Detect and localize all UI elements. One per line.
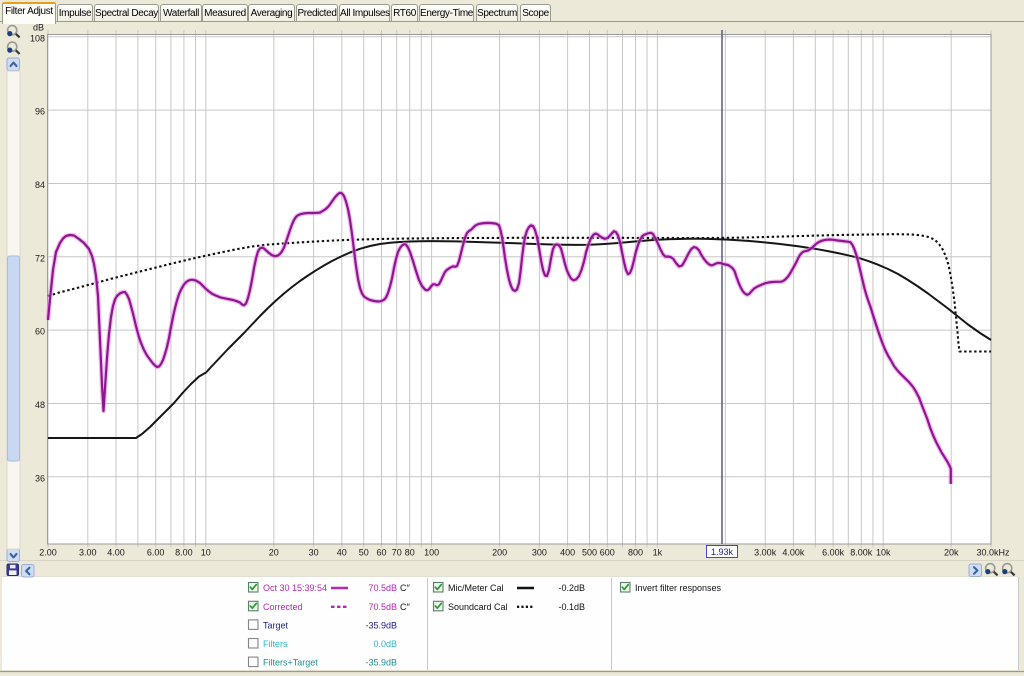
svg-text:10: 10 [201, 548, 211, 558]
svg-text:4.00k: 4.00k [782, 548, 805, 558]
svg-text:800: 800 [628, 548, 643, 558]
svg-text:4.00: 4.00 [107, 548, 125, 558]
svg-text:-0.1dB: -0.1dB [558, 602, 585, 612]
svg-text:-0.2dB: -0.2dB [558, 583, 585, 593]
svg-text:C′′: C′′ [400, 583, 410, 593]
svg-text:Oct 30 15:39:54: Oct 30 15:39:54 [263, 583, 327, 593]
svg-text:70.5dB: 70.5dB [368, 602, 397, 612]
svg-text:600: 600 [600, 548, 615, 558]
svg-text:3.00k: 3.00k [754, 548, 777, 558]
svg-text:C′′: C′′ [400, 602, 410, 612]
svg-text:40: 40 [337, 548, 347, 558]
svg-text:Invert filter responses: Invert filter responses [635, 583, 722, 593]
svg-text:70: 70 [392, 548, 402, 558]
svg-text:60: 60 [376, 548, 386, 558]
svg-text:Soundcard Cal: Soundcard Cal [448, 602, 508, 612]
svg-text:300: 300 [532, 548, 547, 558]
svg-text:84: 84 [35, 180, 45, 190]
svg-text:70.5dB: 70.5dB [368, 583, 397, 593]
svg-text:108: 108 [30, 33, 45, 43]
svg-text:1.93k: 1.93k [711, 547, 734, 557]
svg-text:30.0kHz: 30.0kHz [976, 548, 1010, 558]
svg-text:1k: 1k [653, 548, 663, 558]
svg-text:36: 36 [35, 473, 45, 483]
svg-text:30: 30 [309, 548, 319, 558]
svg-text:72: 72 [35, 253, 45, 263]
svg-text:80: 80 [405, 548, 415, 558]
svg-text:20k: 20k [944, 548, 959, 558]
svg-text:8.00k: 8.00k [850, 548, 873, 558]
svg-text:20: 20 [269, 548, 279, 558]
svg-text:96: 96 [35, 107, 45, 117]
svg-text:-35.9dB: -35.9dB [365, 620, 397, 630]
svg-text:100: 100 [424, 548, 439, 558]
svg-text:6.00: 6.00 [147, 548, 165, 558]
svg-text:0.0dB: 0.0dB [373, 639, 397, 649]
svg-text:Target: Target [263, 620, 289, 630]
svg-text:2.00: 2.00 [39, 548, 57, 558]
svg-text:60: 60 [35, 327, 45, 337]
svg-text:3.00: 3.00 [79, 548, 97, 558]
svg-text:200: 200 [492, 548, 507, 558]
svg-text:-35.9dB: -35.9dB [365, 658, 397, 668]
svg-text:50: 50 [359, 548, 369, 558]
svg-text:6.00k: 6.00k [822, 548, 845, 558]
svg-text:500: 500 [582, 548, 597, 558]
svg-text:8.00: 8.00 [175, 548, 193, 558]
svg-text:dB: dB [33, 23, 44, 33]
svg-text:48: 48 [35, 400, 45, 410]
svg-text:Corrected: Corrected [263, 602, 303, 612]
svg-text:Filters+Target: Filters+Target [263, 658, 318, 668]
svg-text:Filters: Filters [263, 639, 288, 649]
svg-text:Mic/Meter Cal: Mic/Meter Cal [448, 583, 504, 593]
svg-text:10k: 10k [876, 548, 891, 558]
svg-text:400: 400 [560, 548, 575, 558]
